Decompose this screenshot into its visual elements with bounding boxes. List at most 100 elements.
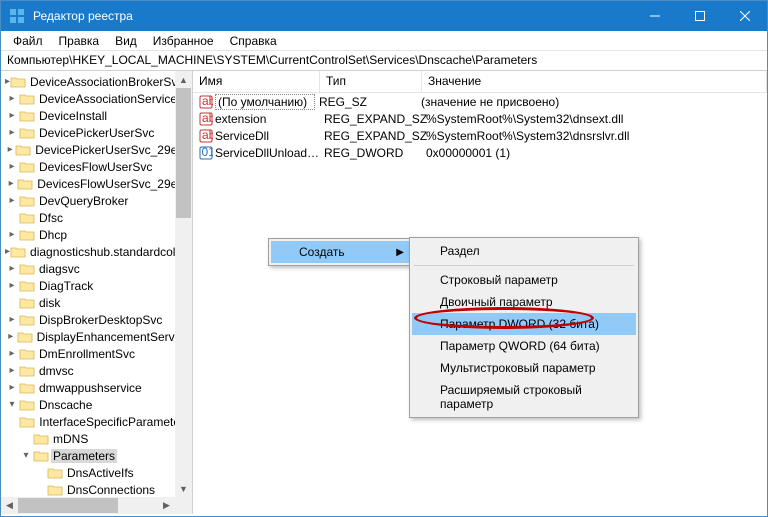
tree-item[interactable]: mDNS <box>1 430 192 447</box>
expander-icon[interactable]: ▸ <box>5 161 19 172</box>
menu-help[interactable]: Справка <box>222 32 285 50</box>
minimize-button[interactable] <box>632 1 677 31</box>
tree-item[interactable]: InterfaceSpecificParameters <box>1 413 192 430</box>
submenu-item[interactable]: Мультистроковый параметр <box>412 357 636 379</box>
folder-icon <box>19 296 35 310</box>
menu-view[interactable]: Вид <box>107 32 145 50</box>
tree-vertical-scrollbar[interactable]: ▲ ▼ <box>175 71 192 497</box>
create-submenu[interactable]: Раздел Строковый параметрДвоичный парамет… <box>409 237 639 418</box>
tree-item[interactable]: ▸ DevicesFlowUserSvc <box>1 158 192 175</box>
address-bar[interactable]: Компьютер\HKEY_LOCAL_MACHINE\SYSTEM\Curr… <box>1 51 767 71</box>
folder-icon <box>15 143 31 157</box>
close-button[interactable] <box>722 1 767 31</box>
folder-icon <box>10 75 26 89</box>
folder-icon <box>33 449 49 463</box>
submenu-item[interactable]: Расширяемый строковый параметр <box>412 379 636 415</box>
expander-icon[interactable]: ▸ <box>5 263 19 274</box>
context-menu-create[interactable]: Создать ▶ <box>271 241 410 263</box>
tree-item[interactable]: ▸DevicePickerUserSvc_29ec9 <box>1 141 192 158</box>
submenu-item[interactable]: Параметр QWORD (64 бита) <box>412 335 636 357</box>
scroll-right-button[interactable]: ▶ <box>158 497 175 514</box>
value-row[interactable]: ab(По умолчанию)REG_SZ(значение не присв… <box>193 93 767 110</box>
tree-item-label: dmwappushservice <box>37 381 144 395</box>
value-data: 0x00000001 (1) <box>422 146 767 160</box>
expander-icon[interactable]: ▸ <box>5 127 19 138</box>
submenu-item[interactable]: Параметр DWORD (32 бита) <box>412 313 636 335</box>
expander-icon[interactable]: ▾ <box>5 399 19 410</box>
submenu-item[interactable]: Раздел <box>412 240 636 262</box>
tree-item[interactable]: ▸DispBrokerDesktopSvc <box>1 311 192 328</box>
scroll-left-button[interactable]: ◀ <box>1 497 18 514</box>
maximize-button[interactable] <box>677 1 722 31</box>
tree-item-label: DisplayEnhancementService <box>35 330 192 344</box>
tree-item[interactable]: ▸diagsvc <box>1 260 192 277</box>
tree-item[interactable]: ▸Dhcp <box>1 226 192 243</box>
expander-icon[interactable]: ▸ <box>5 195 19 206</box>
folder-icon <box>19 415 35 429</box>
folder-icon <box>47 466 63 480</box>
menu-edit[interactable]: Правка <box>51 32 108 50</box>
tree-item[interactable]: ▸diagnosticshub.standardcollect <box>1 243 192 260</box>
expander-icon[interactable]: ▸ <box>5 314 19 325</box>
expander-icon[interactable]: ▸ <box>5 280 19 291</box>
menubar: Файл Правка Вид Избранное Справка <box>1 31 767 51</box>
folder-icon <box>19 313 35 327</box>
tree-item[interactable]: ▾Parameters <box>1 447 192 464</box>
tree-item[interactable]: ▸DevQueryBroker <box>1 192 192 209</box>
tree-item[interactable]: ▾Dnscache <box>1 396 192 413</box>
tree-panel[interactable]: ▸DeviceAssociationBrokerSvc_29▸DeviceAss… <box>1 71 193 514</box>
folder-icon <box>47 483 63 497</box>
tree-item[interactable]: ▸ dmwappushservice <box>1 379 192 396</box>
menu-file[interactable]: Файл <box>5 32 51 50</box>
titlebar[interactable]: Редактор реестра <box>1 1 767 31</box>
tree-item[interactable]: ▸DiagTrack <box>1 277 192 294</box>
tree-item[interactable]: ▸DevicesFlowUserSvc_29ec9 <box>1 175 192 192</box>
context-menu[interactable]: Создать ▶ РазделСтроковый параметрДвоичн… <box>268 238 413 266</box>
expander-icon[interactable]: ▸ <box>5 93 19 104</box>
value-row[interactable]: abextensionREG_EXPAND_SZ%SystemRoot%\Sys… <box>193 110 767 127</box>
expander-icon[interactable]: ▸ <box>5 382 19 393</box>
menu-separator <box>414 265 634 266</box>
tree-item-label: DevicePickerUserSvc <box>37 126 156 140</box>
tree-item[interactable]: Dfsc <box>1 209 192 226</box>
tree-item[interactable]: DnsActiveIfs <box>1 464 192 481</box>
submenu-item[interactable]: Строковый параметр <box>412 269 636 291</box>
value-row[interactable]: 011ServiceDllUnloadOnSt...REG_DWORD0x000… <box>193 144 767 161</box>
tree-item[interactable]: ▸DeviceInstall <box>1 107 192 124</box>
expander-icon[interactable]: ▸ <box>5 365 19 376</box>
scroll-thumb[interactable] <box>176 88 191 218</box>
value-name: ServiceDllUnloadOnSt... <box>215 146 320 160</box>
column-headers: Имя Тип Значение <box>193 71 767 93</box>
tree-item[interactable]: ▸ DevicePickerUserSvc <box>1 124 192 141</box>
column-data[interactable]: Значение <box>422 71 767 92</box>
values-panel[interactable]: Имя Тип Значение ab(По умолчанию)REG_SZ(… <box>193 71 767 514</box>
folder-icon <box>19 279 35 293</box>
expander-icon[interactable]: ▸ <box>5 331 17 342</box>
expander-icon[interactable]: ▾ <box>19 450 33 461</box>
expander-icon[interactable]: ▸ <box>5 144 15 155</box>
expander-icon[interactable]: ▸ <box>5 348 19 359</box>
submenu-item[interactable]: Двоичный параметр <box>412 291 636 313</box>
tree-item[interactable]: disk <box>1 294 192 311</box>
expander-icon[interactable]: ▸ <box>5 110 19 121</box>
svg-text:ab: ab <box>202 112 213 125</box>
column-name[interactable]: Имя <box>193 71 320 92</box>
value-name: (По умолчанию) <box>215 94 315 110</box>
tree-horizontal-scrollbar[interactable]: ◀ ▶ <box>1 497 175 514</box>
scroll-thumb-h[interactable] <box>18 498 118 513</box>
tree-item[interactable]: ▸dmvsc <box>1 362 192 379</box>
tree-item[interactable]: ▸ DisplayEnhancementService <box>1 328 192 345</box>
expander-icon[interactable]: ▸ <box>5 229 19 240</box>
tree-item-label: DevicesFlowUserSvc <box>37 160 154 174</box>
tree-item-label: diagnosticshub.standardcollect <box>28 245 193 259</box>
scroll-down-button[interactable]: ▼ <box>175 480 192 497</box>
menu-favorites[interactable]: Избранное <box>145 32 222 50</box>
value-row[interactable]: abServiceDllREG_EXPAND_SZ%SystemRoot%\Sy… <box>193 127 767 144</box>
scroll-up-button[interactable]: ▲ <box>175 71 192 88</box>
column-type[interactable]: Тип <box>320 71 422 92</box>
expander-icon[interactable]: ▸ <box>5 178 17 189</box>
tree-item[interactable]: DnsConnections <box>1 481 192 498</box>
tree-item[interactable]: ▸DmEnrollmentSvc <box>1 345 192 362</box>
tree-item[interactable]: ▸DeviceAssociationBrokerSvc_29 <box>1 73 192 90</box>
tree-item[interactable]: ▸DeviceAssociationService <box>1 90 192 107</box>
